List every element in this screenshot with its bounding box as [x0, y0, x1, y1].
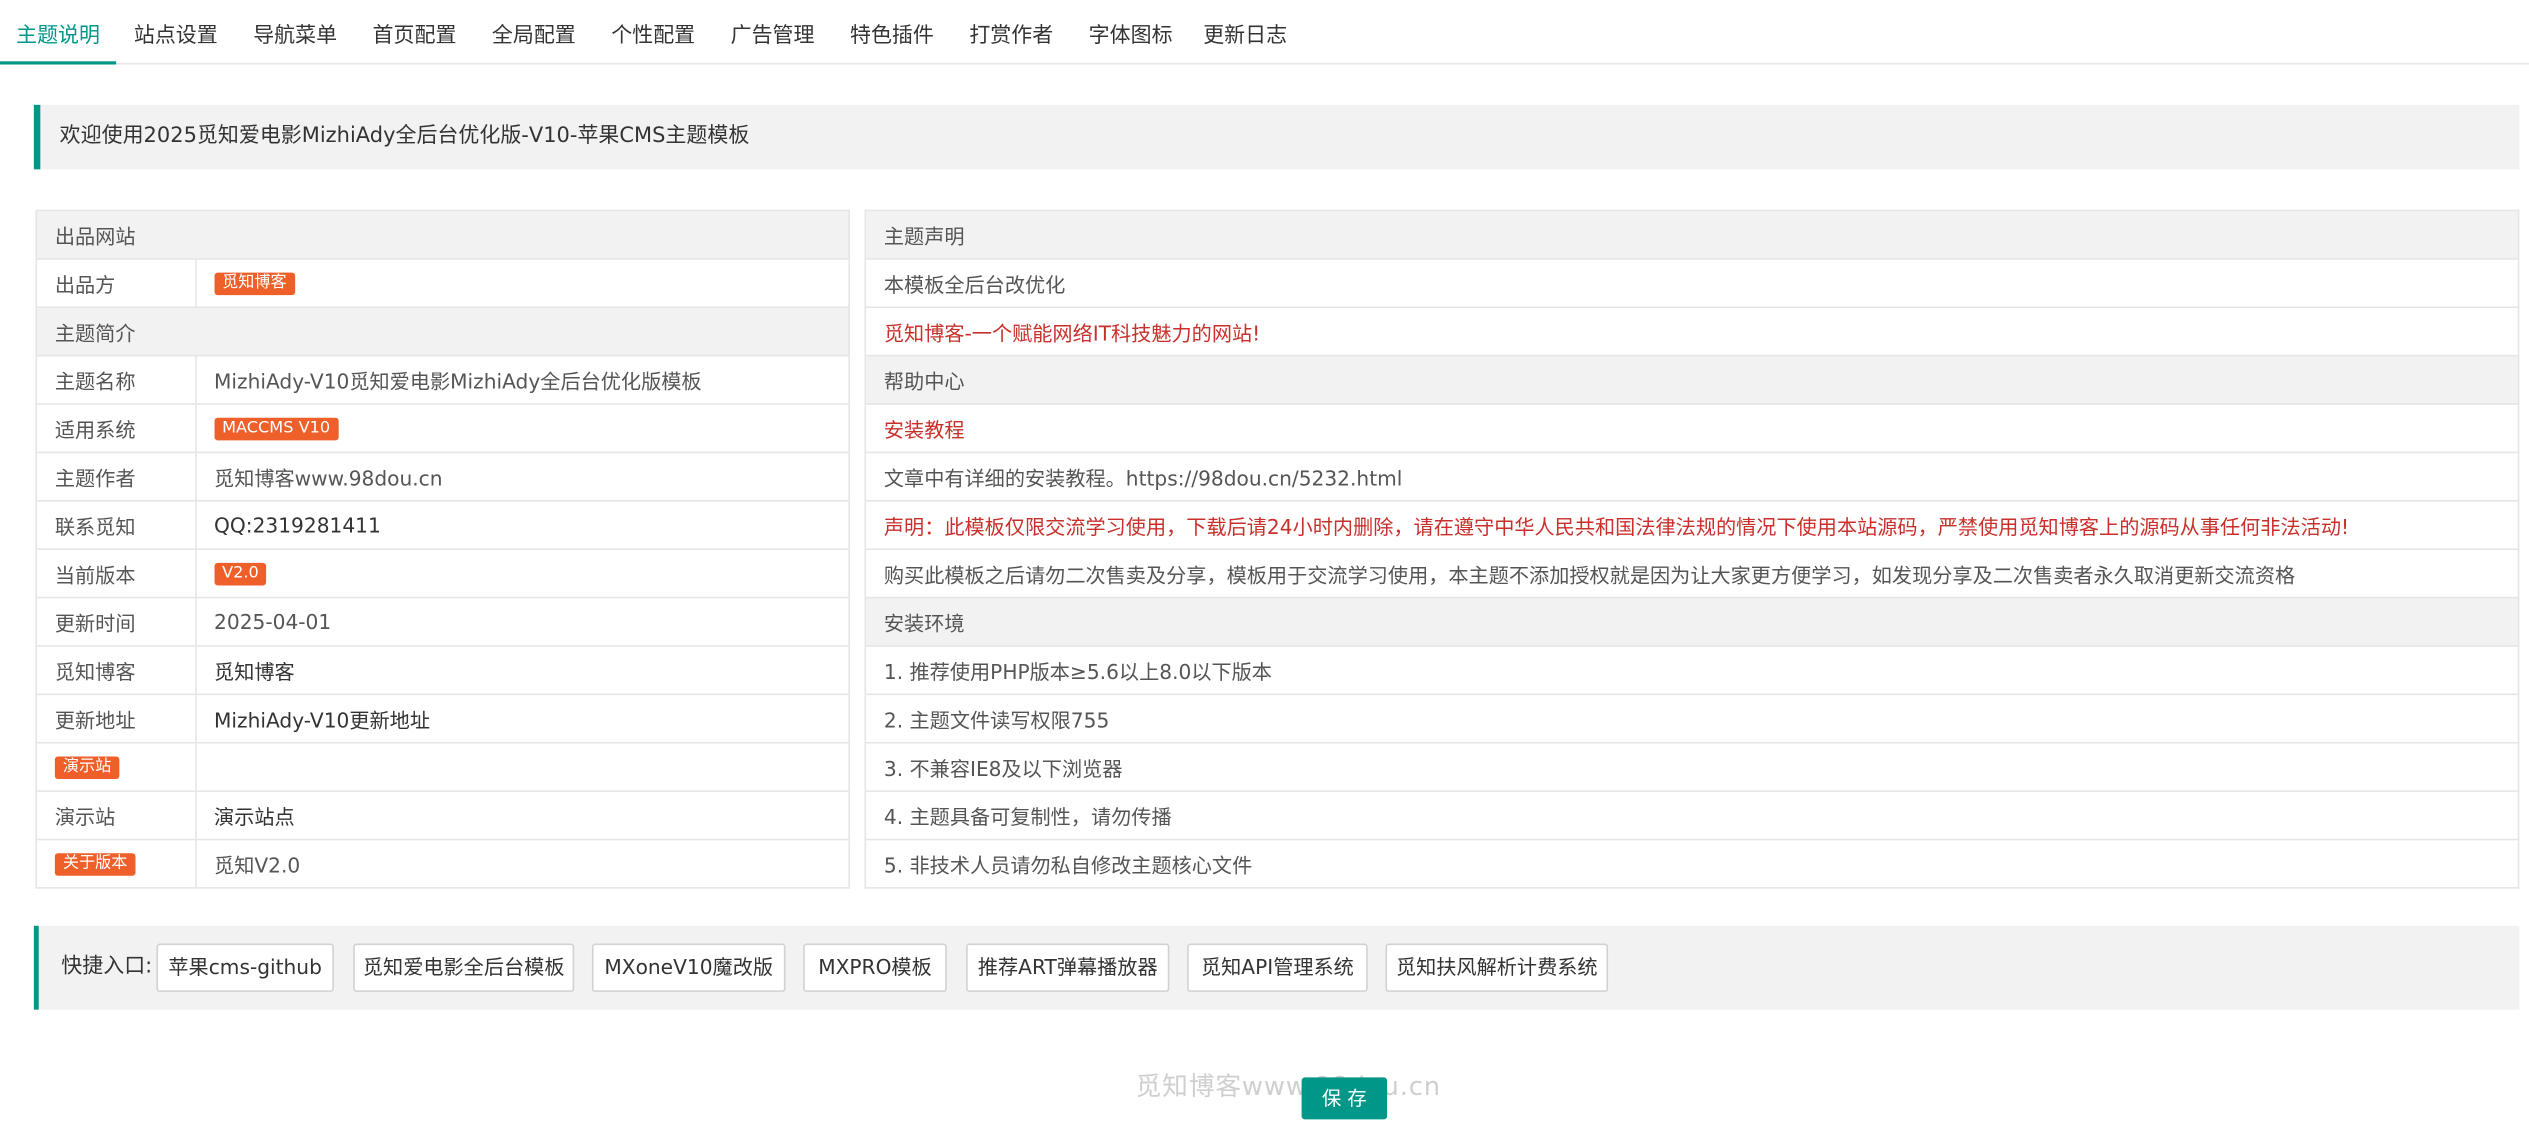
- shortcut-button-api-system[interactable]: 觅知API管理系统: [1187, 943, 1368, 992]
- shortcut-button-movie-template[interactable]: 觅知爱电影全后台模板: [353, 943, 575, 992]
- row-value: 觅知博客www.98dou.cn: [194, 451, 850, 502]
- welcome-text: 欢迎使用2025觅知爱电影MizhiAdy全后台优化版-V10-苹果CMS主题模…: [59, 124, 750, 149]
- requirement-row: 4. 主题具备可复制性，请勿传播: [864, 790, 2520, 841]
- requirement-row: 2. 主题文件读写权限755: [864, 693, 2520, 744]
- row-label: 演示站: [35, 790, 197, 841]
- requirement-row: 5. 非技术人员请勿私自修改主题核心文件: [864, 838, 2520, 889]
- row-label: 联系觅知: [35, 499, 197, 550]
- system-badge: MACCMS V10: [214, 418, 339, 441]
- update-link[interactable]: MizhiAdy-V10更新地址: [194, 693, 850, 744]
- watermark: 觅知博客www.98dou.cn: [1135, 1070, 1441, 1102]
- tab-theme-intro[interactable]: 主题说明: [0, 0, 117, 65]
- row-label: 主题名称: [35, 354, 197, 405]
- section-header: 主题声明: [864, 209, 2520, 260]
- shortcut-button-github[interactable]: 苹果cms-github: [156, 943, 334, 992]
- statement-row: 购买此模板之后请勿二次售卖及分享，模板用于交流学习使用，本主题不添加授权就是因为…: [864, 548, 2520, 599]
- theme-info-table: 出品网站 出品方 觅知博客 主题简介 主题名称 MizhiAdy-V10觅知爱电影M…: [35, 209, 850, 889]
- version-badge: V2.0: [214, 563, 267, 586]
- shortcut-label: 快捷入口:: [61, 954, 153, 980]
- row-label: 当前版本: [35, 548, 197, 599]
- row-label: 出品方: [35, 258, 197, 309]
- row-value: 2025-04-01: [194, 596, 850, 647]
- tab-home-config[interactable]: 首页配置: [355, 0, 474, 63]
- section-header: 安装环境: [864, 596, 2520, 647]
- theme-statement-table: 主题声明 本模板全后台改优化 觅知博客-一个赋能网络IT科技魅力的网站! 帮助中…: [864, 209, 2520, 889]
- statement-row: 文章中有详细的安装教程。https://98dou.cn/5232.html: [864, 451, 2520, 502]
- statement-row-highlight: 觅知博客-一个赋能网络IT科技魅力的网站!: [864, 306, 2520, 357]
- statement-row: 本模板全后台改优化: [864, 258, 2520, 309]
- empty-cell: [194, 741, 850, 792]
- tab-personal-config[interactable]: 个性配置: [594, 0, 713, 63]
- row-value: MizhiAdy-V10觅知爱电影MizhiAdy全后台优化版模板: [194, 354, 850, 405]
- section-header: 帮助中心: [864, 354, 2520, 405]
- tab-bar: 主题说明 站点设置 导航菜单 首页配置 全局配置 个性配置 广告管理 特色插件 …: [0, 0, 2529, 65]
- shortcut-button-mxone[interactable]: MXoneV10魔改版: [591, 943, 786, 992]
- blog-link[interactable]: 觅知博客: [194, 645, 850, 696]
- tab-site-settings[interactable]: 站点设置: [116, 0, 235, 63]
- row-value: 觅知V2.0: [194, 838, 850, 889]
- about-version-badge: 关于版本: [54, 853, 136, 877]
- shortcut-bar: 快捷入口: 苹果cms-github 觅知爱电影全后台模板 MXoneV10魔改…: [33, 925, 2520, 1010]
- publisher-badge: 觅知博客: [214, 272, 295, 296]
- demo-link[interactable]: 演示站点: [194, 790, 850, 841]
- row-label: 更新地址: [35, 693, 197, 744]
- section-header: 出品网站: [35, 209, 850, 260]
- tab-ad-management[interactable]: 广告管理: [713, 0, 832, 63]
- tab-nav-menu[interactable]: 导航菜单: [235, 0, 354, 63]
- row-label: 主题作者: [35, 451, 197, 502]
- row-label: 更新时间: [35, 596, 197, 647]
- legal-notice: 声明：此模板仅限交流学习使用，下载后请24小时内删除，请在遵守中华人民共和国法律…: [864, 499, 2520, 550]
- install-tutorial-link[interactable]: 安装教程: [864, 403, 2520, 454]
- tab-font-icons[interactable]: 字体图标: [1071, 0, 1190, 63]
- tab-global-config[interactable]: 全局配置: [474, 0, 593, 63]
- welcome-banner: 欢迎使用2025觅知爱电影MizhiAdy全后台优化版-V10-苹果CMS主题模…: [33, 104, 2520, 170]
- shortcut-button-art-player[interactable]: 推荐ART弹幕播放器: [966, 943, 1170, 992]
- section-header: 主题简介: [35, 306, 850, 357]
- demo-badge: 演示站: [54, 756, 120, 780]
- shortcut-button-billing-system[interactable]: 觅知扶风解析计费系统: [1385, 943, 1609, 992]
- save-button[interactable]: 保 存: [1301, 1077, 1388, 1120]
- tab-plugins[interactable]: 特色插件: [832, 0, 951, 63]
- tab-changelog[interactable]: 更新日志: [1190, 0, 1300, 63]
- shortcut-button-mxpro[interactable]: MXPRO模板: [803, 943, 947, 992]
- requirement-row: 1. 推荐使用PHP版本≥5.6以上8.0以下版本: [864, 645, 2520, 696]
- row-value: QQ:2319281411: [194, 499, 850, 550]
- requirement-row: 3. 不兼容IE8及以下浏览器: [864, 741, 2520, 792]
- row-label: 适用系统: [35, 403, 197, 454]
- row-label: 觅知博客: [35, 645, 197, 696]
- tab-donate[interactable]: 打赏作者: [952, 0, 1071, 63]
